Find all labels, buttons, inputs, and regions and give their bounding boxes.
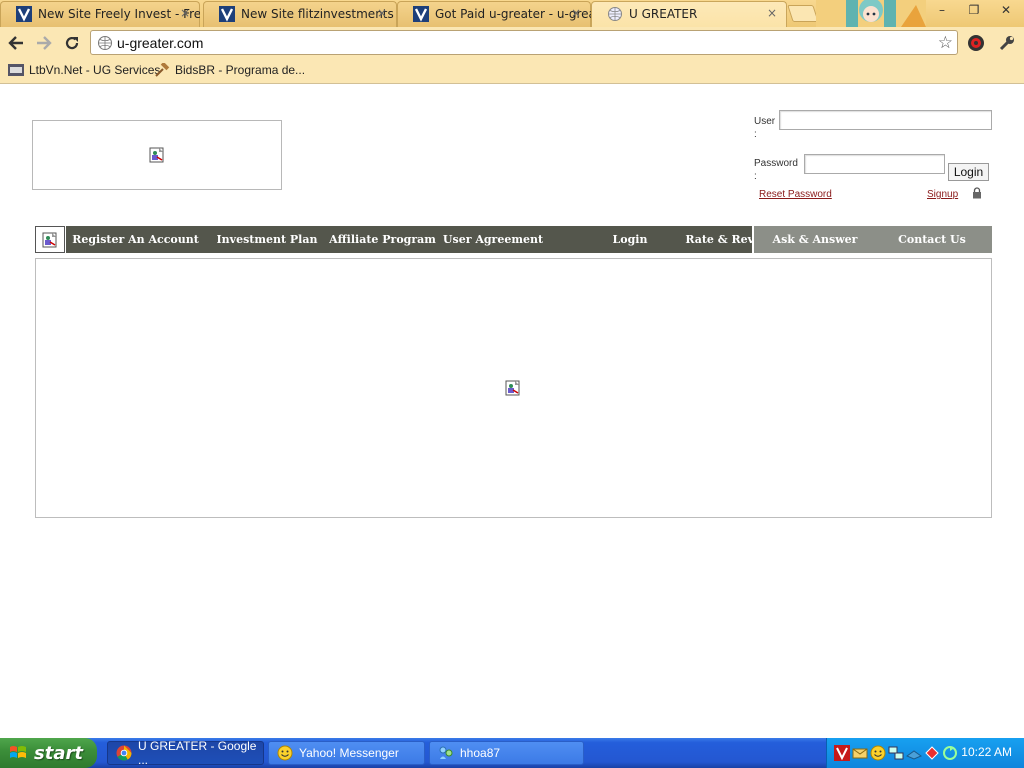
- nav-login[interactable]: Login: [596, 226, 664, 253]
- tab-flitz-investments[interactable]: New Site flitzinvestments - flitz ×: [203, 0, 397, 27]
- main-navigation: Register An Account Investment Plan Affi…: [35, 226, 992, 253]
- new-tab-button[interactable]: [787, 5, 819, 22]
- taskbar-item-yahoo-messenger[interactable]: Yahoo! Messenger: [268, 741, 425, 765]
- tab-title: New Site Freely Invest - Freel: [38, 6, 200, 21]
- sync-tray-icon[interactable]: [942, 745, 958, 761]
- messenger-tray-icon[interactable]: [870, 745, 886, 761]
- url-text: u-greater.com: [117, 35, 204, 51]
- tab-u-greater[interactable]: U GREATER ×: [591, 0, 787, 27]
- bookmark-ltbvn[interactable]: LtbVn.Net - UG Services: [8, 63, 160, 77]
- broken-image-icon: [149, 147, 164, 163]
- task-label: Yahoo! Messenger: [299, 746, 399, 760]
- back-icon[interactable]: [4, 31, 28, 55]
- minimize-icon[interactable]: –: [926, 0, 958, 20]
- bookmark-star-icon[interactable]: ☆: [938, 33, 953, 53]
- network-tray-icon[interactable]: [888, 745, 904, 761]
- bookmark-bidsbr[interactable]: BidsBR - Programa de...: [154, 63, 305, 77]
- globe-icon: [607, 6, 623, 22]
- reset-password-link[interactable]: Reset Password: [759, 189, 832, 200]
- bookmark-label: BidsBR - Programa de...: [175, 63, 306, 77]
- site-logo-placeholder: [32, 120, 282, 190]
- nav-user-agreement[interactable]: User Agreement: [441, 226, 545, 253]
- nav-ask-answer[interactable]: Ask & Answer: [766, 226, 864, 253]
- antivirus-tray-icon[interactable]: [924, 745, 940, 761]
- drive-tray-icon[interactable]: [906, 745, 922, 761]
- nav-contact-us[interactable]: Contact Us: [886, 226, 978, 253]
- signup-link[interactable]: Signup: [927, 189, 958, 200]
- broken-image-icon: [505, 380, 520, 396]
- main-banner-placeholder: [35, 258, 992, 518]
- close-icon[interactable]: ×: [377, 6, 387, 20]
- nav-primary-bar: Register An Account Investment Plan Affi…: [66, 226, 775, 253]
- close-icon[interactable]: ×: [767, 6, 777, 20]
- extension-record-icon[interactable]: [965, 32, 987, 54]
- system-tray: 10:22 AM: [826, 738, 1024, 768]
- clock: 10:22 AM: [961, 745, 1012, 759]
- lock-icon: [973, 187, 981, 199]
- tab-got-paid[interactable]: Got Paid u-greater - u-greater ×: [397, 0, 591, 27]
- screen: New Site Freely Invest - Freel × New Sit…: [0, 0, 1024, 768]
- tab-strip: New Site Freely Invest - Freel × New Sit…: [0, 0, 1024, 27]
- taskbar-item-hhoa87[interactable]: hhoa87: [429, 741, 584, 765]
- start-label: start: [34, 742, 83, 764]
- bookmark-favicon-icon: [8, 63, 24, 77]
- browser-toolbar: u-greater.com ☆: [0, 27, 1024, 58]
- v-logo-icon: [413, 5, 429, 22]
- broken-image-icon: [42, 232, 57, 248]
- reload-icon[interactable]: [60, 31, 84, 55]
- task-label: U GREATER - Google ...: [138, 739, 257, 767]
- page-globe-icon: [98, 36, 112, 50]
- nav-home-cell[interactable]: [35, 226, 65, 253]
- nav-register-account[interactable]: Register An Account: [68, 226, 203, 253]
- login-button[interactable]: Login: [948, 163, 989, 181]
- mail-tray-icon[interactable]: [852, 745, 868, 761]
- v-logo-icon: [16, 5, 32, 22]
- task-label: hhoa87: [460, 746, 501, 760]
- login-panel: User : Password : Login Reset Password S…: [754, 109, 994, 209]
- taskbar: start U GREATER - Google ... Yahoo! Mess…: [0, 738, 1024, 768]
- close-window-icon[interactable]: ✕: [990, 0, 1022, 20]
- nav-secondary-bar: Ask & Answer Contact Us: [754, 226, 992, 253]
- user-label: User :: [754, 116, 776, 140]
- restore-icon[interactable]: ❐: [958, 0, 990, 20]
- tab-freely-invest[interactable]: New Site Freely Invest - Freel ×: [0, 0, 200, 27]
- tab-title: Got Paid u-greater - u-greater: [435, 6, 591, 21]
- windows-flag-icon: [10, 746, 26, 758]
- nav-affiliate-program[interactable]: Affiliate Program: [329, 226, 436, 253]
- nav-investment-plan[interactable]: Investment Plan: [211, 226, 323, 253]
- v-logo-icon: [219, 5, 235, 22]
- tab-title: U GREATER: [629, 6, 698, 21]
- theme-artwork: [816, 0, 926, 27]
- bookmark-label: LtbVn.Net - UG Services: [29, 63, 161, 77]
- close-icon[interactable]: ×: [180, 6, 190, 20]
- start-button[interactable]: start: [0, 738, 97, 768]
- chrome-icon: [116, 745, 132, 761]
- taskbar-item-chrome[interactable]: U GREATER - Google ...: [107, 739, 264, 767]
- window-controls: – ❐ ✕: [926, 0, 1024, 20]
- password-input[interactable]: [804, 154, 945, 174]
- web-page: User : Password : Login Reset Password S…: [0, 85, 1024, 737]
- wrench-icon[interactable]: [996, 32, 1018, 54]
- address-bar[interactable]: u-greater.com ☆: [90, 30, 958, 55]
- user-input[interactable]: [779, 110, 992, 130]
- close-icon[interactable]: ×: [571, 6, 581, 20]
- password-label: Password :: [754, 158, 798, 182]
- gavel-icon: [154, 63, 170, 77]
- forward-icon[interactable]: [32, 31, 56, 55]
- bookmarks-bar: LtbVn.Net - UG Services BidsBR - Program…: [0, 58, 1024, 84]
- smiley-icon: [277, 745, 293, 761]
- v-tray-icon[interactable]: [834, 745, 850, 761]
- tab-title: New Site flitzinvestments - flitz: [241, 6, 397, 21]
- chat-people-icon: [438, 745, 454, 761]
